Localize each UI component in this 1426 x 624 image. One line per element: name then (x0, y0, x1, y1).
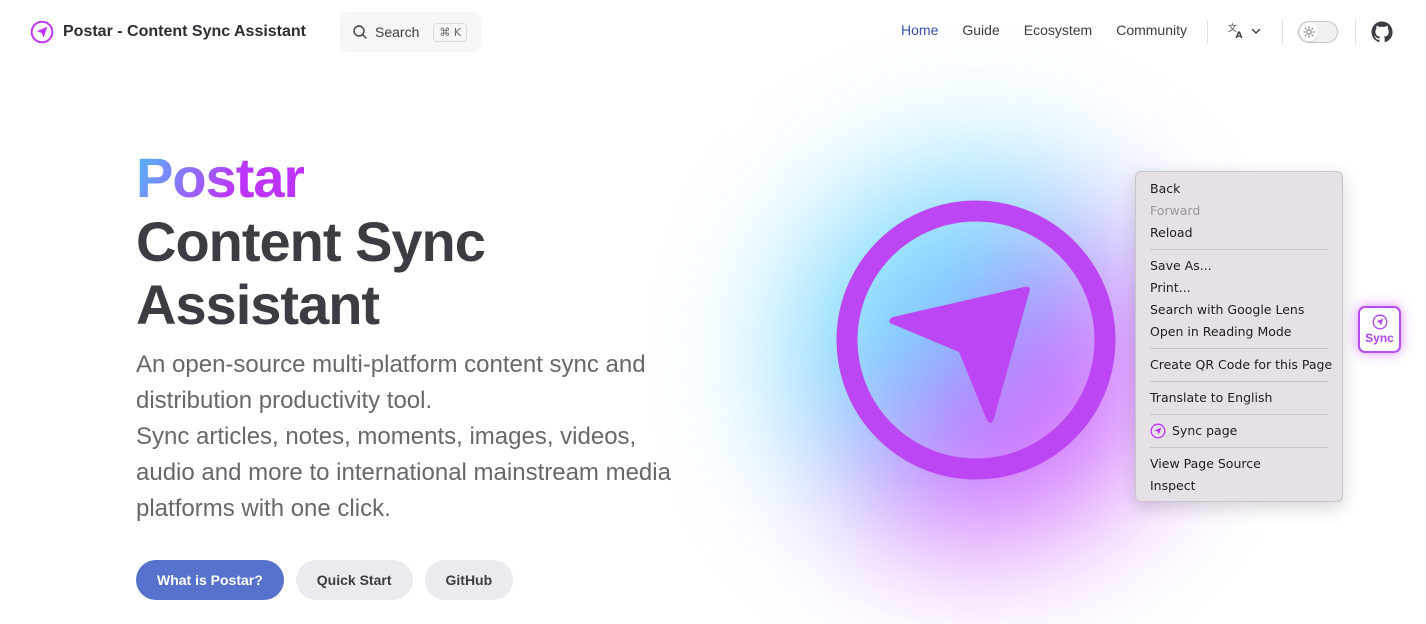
search-shortcut: ⌘ K (433, 22, 468, 42)
hero-title-line: Content Sync (136, 210, 486, 273)
menu-separator (1150, 447, 1328, 448)
search-icon (353, 25, 367, 39)
site-brand[interactable]: Postar - Content Sync Assistant (30, 20, 306, 44)
menu-item-google-lens[interactable]: Search with Google Lens (1136, 299, 1342, 321)
menu-item-reload[interactable]: Reload (1136, 222, 1342, 244)
github-button[interactable]: GitHub (424, 560, 514, 600)
hero-logo-image (836, 200, 1116, 480)
nav-divider (1207, 20, 1208, 44)
svg-text:A: A (1236, 31, 1243, 39)
menu-separator (1150, 348, 1328, 349)
menu-item-view-source[interactable]: View Page Source (1136, 453, 1342, 475)
theme-toggle-knob (1300, 23, 1318, 41)
tagline-line: An open-source multi-platform content sy… (136, 351, 646, 378)
hero-title: Content Sync Assistant (136, 210, 696, 336)
menu-separator (1150, 414, 1328, 415)
what-is-postar-button[interactable]: What is Postar? (136, 560, 284, 600)
nav-link-community[interactable]: Community (1116, 22, 1187, 38)
language-switcher[interactable]: 文 A (1228, 22, 1261, 39)
chevron-down-icon (1251, 28, 1261, 34)
hero-name: Postar (136, 146, 305, 209)
sun-icon (1303, 26, 1315, 38)
menu-separator (1150, 249, 1328, 250)
menu-item-reading-mode[interactable]: Open in Reading Mode (1136, 321, 1342, 343)
search-label: Search (375, 24, 420, 40)
paper-plane-icon (1150, 423, 1166, 439)
tagline-line: platforms with one click. (136, 495, 391, 522)
menu-item-print[interactable]: Print... (1136, 277, 1342, 299)
menu-item-sync-page[interactable]: Sync page (1136, 420, 1342, 442)
paper-plane-logo-icon (30, 20, 54, 44)
browser-context-menu: Back Forward Reload Save As... Print... … (1135, 171, 1343, 502)
menu-item-sync-page-label: Sync page (1172, 423, 1238, 438)
tagline-line: distribution productivity tool. (136, 387, 433, 414)
nav-divider (1282, 20, 1283, 44)
translate-icon: 文 A (1228, 22, 1243, 39)
nav-link-home[interactable]: Home (901, 22, 938, 38)
site-title: Postar - Content Sync Assistant (63, 23, 307, 40)
menu-separator (1150, 381, 1328, 382)
hero-tagline: An open-source multi-platform content sy… (136, 347, 716, 527)
search-button[interactable]: Search ⌘ K (340, 12, 481, 52)
nav-link-guide[interactable]: Guide (962, 22, 999, 38)
tagline-line: Sync articles, notes, moments, images, v… (136, 423, 637, 450)
menu-item-inspect[interactable]: Inspect (1136, 475, 1342, 497)
paper-plane-icon (1372, 314, 1387, 330)
menu-item-qr-code[interactable]: Create QR Code for this Page (1136, 354, 1342, 376)
hero-title-line: Assistant (136, 273, 380, 336)
nav-link-ecosystem[interactable]: Ecosystem (1024, 22, 1092, 38)
menu-item-forward: Forward (1150, 203, 1201, 218)
github-icon[interactable] (1370, 20, 1394, 44)
menu-item-translate[interactable]: Translate to English (1136, 387, 1342, 409)
menu-item-save-as[interactable]: Save As... (1136, 255, 1342, 277)
theme-toggle-switch[interactable] (1298, 21, 1338, 43)
main-nav: Home Guide Ecosystem Community (901, 22, 1187, 38)
top-navbar: Postar - Content Sync Assistant Search ⌘… (0, 0, 1426, 64)
sync-button-label: Sync (1365, 331, 1394, 345)
quick-start-button[interactable]: Quick Start (295, 560, 413, 600)
hero-actions: What is Postar? Quick Start GitHub (136, 560, 514, 600)
menu-item-back[interactable]: Back (1136, 178, 1342, 200)
nav-divider (1355, 20, 1356, 44)
sync-floating-button[interactable]: Sync (1358, 306, 1401, 353)
tagline-line: audio and more to international mainstre… (136, 459, 671, 486)
